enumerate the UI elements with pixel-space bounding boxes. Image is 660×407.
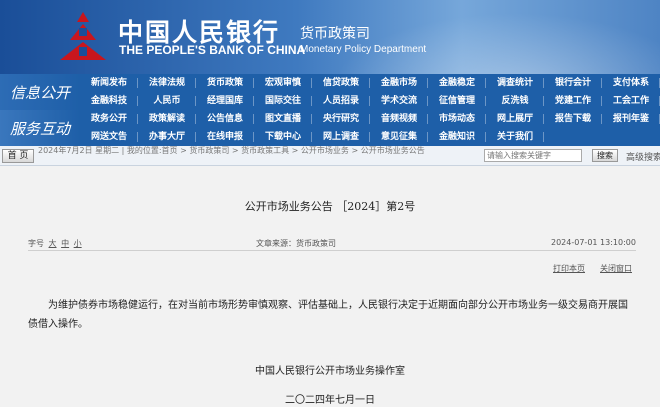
dept-name-cn: 货币政策司 [300, 26, 370, 42]
nav-item[interactable]: 网送文告 [80, 128, 138, 146]
font-size-large-link[interactable]: 大 [49, 239, 57, 248]
nav-item[interactable]: 工会工作 [602, 92, 660, 110]
nav-item[interactable]: 报刊年鉴 [602, 110, 660, 128]
nav-item[interactable]: 金融知识 [428, 128, 486, 146]
nav-item[interactable]: 下载中心 [254, 128, 312, 146]
advanced-search-link[interactable]: 高级搜索 [626, 150, 660, 163]
bank-name-en: THE PEOPLE'S BANK OF CHINA [119, 43, 306, 57]
nav-item[interactable]: 金融科技 [80, 92, 138, 110]
article-sign-date: 二〇二四年七月一日 [285, 395, 375, 406]
font-size-small-link[interactable]: 小 [74, 239, 82, 248]
nav-item[interactable]: 宏观审慎 [254, 74, 312, 92]
nav-item[interactable]: 新闻发布 [80, 74, 138, 92]
print-link[interactable]: 打印本页 [553, 263, 585, 274]
nav-item[interactable]: 图文直播 [254, 110, 312, 128]
search-button[interactable]: 搜索 [592, 149, 618, 162]
nav-row: 政务公开 政策解读 公告信息 图文直播 央行研究 音频视频 市场动态 网上展厅 … [80, 110, 660, 128]
nav-item[interactable]: 信贷政策 [312, 74, 370, 92]
nav-item[interactable]: 意见征集 [370, 128, 428, 146]
nav-row: 网送文告 办事大厅 在线申报 下载中心 网上调查 意见征集 金融知识 关于我们 [80, 128, 660, 146]
font-size-label: 字号 [28, 239, 44, 248]
main-nav: 信息公开 服务互动 新闻发布 法律法规 货币政策 宏观审慎 信贷政策 金融市场 … [0, 74, 660, 146]
nav-item[interactable]: 关于我们 [486, 128, 544, 146]
nav-item[interactable]: 支付体系 [602, 74, 660, 92]
nav-section-info[interactable]: 信息公开 [0, 74, 80, 110]
article-title: 公开市场业务公告 ［2024］第2号 [244, 200, 416, 213]
nav-item[interactable]: 在线申报 [196, 128, 254, 146]
nav-item[interactable]: 征信管理 [428, 92, 486, 110]
nav-item[interactable]: 法律法规 [138, 74, 196, 92]
nav-item[interactable]: 政务公开 [80, 110, 138, 128]
nav-item[interactable]: 货币政策 [196, 74, 254, 92]
nav-item[interactable]: 银行会计 [544, 74, 602, 92]
article-body: 为维护债券市场稳健运行，在对当前市场形势审慎观察、评估基础上，人民银行决定于近期… [28, 300, 628, 330]
nav-item[interactable]: 网上调查 [312, 128, 370, 146]
nav-item[interactable]: 公告信息 [196, 110, 254, 128]
nav-item[interactable]: 央行研究 [312, 110, 370, 128]
pboc-logo-icon[interactable] [58, 10, 108, 62]
nav-item[interactable]: 报告下载 [544, 110, 602, 128]
dept-name-en: Monetary Policy Department [300, 44, 427, 55]
nav-item[interactable]: 党建工作 [544, 92, 602, 110]
font-size-controls: 字号 大 中 小 [28, 238, 82, 249]
nav-item[interactable]: 政策解读 [138, 110, 196, 128]
nav-row: 金融科技 人民币 经理国库 国际交往 人员招录 学术交流 征信管理 反洗钱 党建… [80, 92, 660, 110]
nav-item[interactable]: 市场动态 [428, 110, 486, 128]
nav-item[interactable]: 金融稳定 [428, 74, 486, 92]
breadcrumb: 2024年7月2日 星期二 | 我的位置:首页 > 货币政策司 > 货币政策工具… [38, 146, 425, 155]
nav-item[interactable]: 人民币 [138, 92, 196, 110]
nav-row: 新闻发布 法律法规 货币政策 宏观审慎 信贷政策 金融市场 金融稳定 调查统计 … [80, 74, 660, 92]
nav-item[interactable]: 音频视频 [370, 110, 428, 128]
nav-section-service[interactable]: 服务互动 [0, 110, 80, 146]
nav-item[interactable]: 经理国库 [196, 92, 254, 110]
home-button[interactable]: 首 页 [2, 149, 34, 163]
nav-item[interactable]: 反洗钱 [486, 92, 544, 110]
search-input[interactable] [484, 149, 582, 162]
close-window-link[interactable]: 关闭窗口 [600, 263, 632, 274]
nav-item[interactable]: 网上展厅 [486, 110, 544, 128]
site-header: 中国人民银行 THE PEOPLE'S BANK OF CHINA 货币政策司 … [0, 0, 660, 74]
article-signature: 中国人民银行公开市场业务操作室 [255, 366, 405, 377]
font-size-medium-link[interactable]: 中 [61, 239, 69, 248]
nav-item[interactable]: 学术交流 [370, 92, 428, 110]
nav-item[interactable]: 人员招录 [312, 92, 370, 110]
nav-item[interactable]: 办事大厅 [138, 128, 196, 146]
nav-item[interactable]: 金融市场 [370, 74, 428, 92]
article-source: 文章来源：货币政策司 [256, 239, 336, 248]
nav-item[interactable]: 调查统计 [486, 74, 544, 92]
breadcrumb-bar: 首 页 2024年7月2日 星期二 | 我的位置:首页 > 货币政策司 > 货币… [0, 146, 660, 166]
article-date: 2024-07-01 13:10:00 [551, 238, 636, 247]
nav-item[interactable]: 国际交往 [254, 92, 312, 110]
divider [28, 250, 636, 251]
